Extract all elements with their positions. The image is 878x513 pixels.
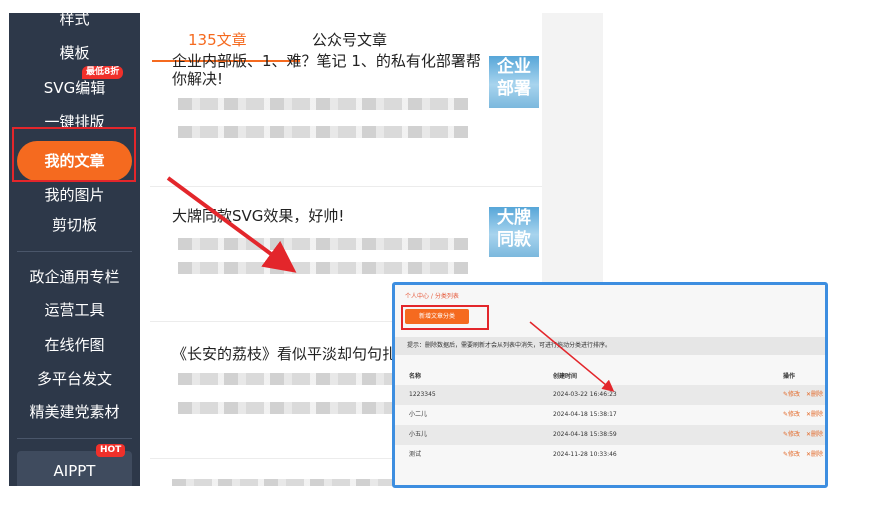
arrow-to-row xyxy=(529,321,615,392)
arrow-to-article xyxy=(166,176,297,273)
annotation-arrows xyxy=(166,176,615,392)
